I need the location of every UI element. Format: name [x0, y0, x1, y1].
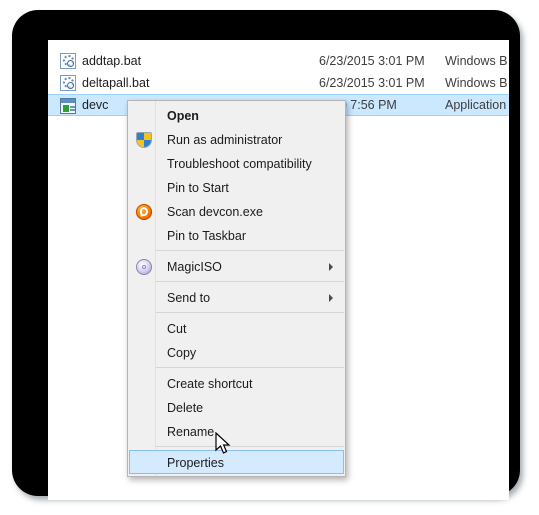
menu-item-run-as-administrator[interactable]: Run as administrator: [129, 127, 344, 151]
table-row[interactable]: addtap.bat 6/23/2015 3:01 PM Windows B: [48, 50, 509, 72]
menu-item-label: Create shortcut: [167, 377, 253, 391]
menu-item-label: Pin to Taskbar: [167, 229, 246, 243]
table-row[interactable]: deltapall.bat 6/23/2015 3:01 PM Windows …: [48, 72, 509, 94]
batch-file-icon: [60, 53, 76, 69]
menu-item-pin-to-start[interactable]: Pin to Start: [129, 175, 344, 199]
menu-item-label: Rename: [167, 425, 215, 439]
menu-separator: [156, 250, 344, 251]
menu-separator: [156, 281, 344, 282]
menu-item-label: Copy: [167, 346, 197, 360]
avast-shield-icon: [136, 204, 152, 220]
file-type: Windows B: [445, 76, 508, 90]
file-name: devc: [82, 98, 109, 112]
menu-separator: [156, 312, 344, 313]
menu-separator: [156, 367, 344, 368]
menu-item-create-shortcut[interactable]: Create shortcut: [129, 371, 344, 395]
menu-item-pin-to-taskbar[interactable]: Pin to Taskbar: [129, 223, 344, 247]
menu-item-scan-devcon[interactable]: Scan devcon.exe: [129, 199, 344, 223]
menu-item-label: Open: [167, 109, 199, 123]
menu-item-rename[interactable]: Rename: [129, 419, 344, 443]
disc-icon: [136, 259, 152, 275]
file-type: Windows B: [445, 54, 508, 68]
menu-item-label: Properties: [167, 456, 224, 470]
explorer-content-area: addtap.bat 6/23/2015 3:01 PM Windows B d…: [48, 40, 509, 500]
menu-item-send-to[interactable]: Send to: [129, 285, 344, 309]
menu-item-label: Delete: [167, 401, 204, 415]
menu-item-cut[interactable]: Cut: [129, 316, 344, 340]
menu-item-open[interactable]: Open: [129, 103, 344, 127]
menu-item-label: Send to: [167, 291, 211, 305]
menu-item-label: Scan devcon.exe: [167, 205, 263, 219]
application-exe-icon: [60, 98, 76, 114]
file-date-modified: 6/23/2015 3:01 PM: [319, 76, 425, 90]
uac-shield-icon: [136, 132, 152, 148]
menu-item-label: Troubleshoot compatibility: [167, 157, 312, 171]
file-date-modified: 6/23/2015 3:01 PM: [319, 54, 425, 68]
file-type: Application: [445, 98, 507, 112]
menu-item-properties[interactable]: Properties: [129, 450, 344, 474]
chevron-right-icon: [329, 263, 333, 271]
file-name: deltapall.bat: [82, 76, 150, 90]
chevron-right-icon: [329, 294, 333, 302]
menu-item-copy[interactable]: Copy: [129, 340, 344, 364]
file-name: addtap.bat: [82, 54, 142, 68]
batch-file-icon: [60, 75, 76, 91]
menu-item-label: Cut: [167, 322, 187, 336]
menu-item-label: Run as administrator: [167, 133, 283, 147]
menu-item-troubleshoot-compatibility[interactable]: Troubleshoot compatibility: [129, 151, 344, 175]
context-menu[interactable]: Open Run as administrator Troubleshoot c…: [127, 100, 346, 477]
screenshot-frame: addtap.bat 6/23/2015 3:01 PM Windows B d…: [12, 10, 520, 500]
menu-item-label: MagicISO: [167, 260, 222, 274]
menu-separator: [156, 446, 344, 447]
menu-item-magiciso[interactable]: MagicISO: [129, 254, 344, 278]
menu-item-delete[interactable]: Delete: [129, 395, 344, 419]
menu-item-label: Pin to Start: [167, 181, 229, 195]
